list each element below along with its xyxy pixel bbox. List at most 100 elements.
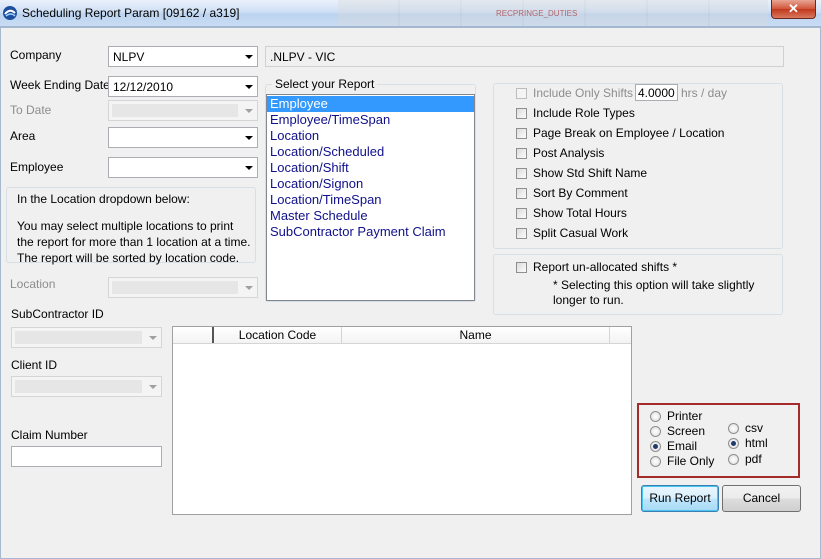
- report-select-title: Select your Report: [272, 77, 378, 91]
- client-id-combo[interactable]: [11, 376, 162, 397]
- report-unallocated-checkbox[interactable]: Report un-allocated shifts *: [516, 260, 677, 274]
- checkbox-icon: [516, 147, 527, 159]
- location-label: Location: [10, 277, 56, 291]
- radio-icon: [728, 453, 739, 465]
- report-item[interactable]: Location/Scheduled: [267, 144, 474, 160]
- checkbox-label: Split Casual Work: [533, 226, 629, 240]
- location-combo[interactable]: [108, 277, 258, 298]
- checkbox-icon: [516, 127, 527, 139]
- checkbox-icon: [516, 107, 527, 119]
- grid-header: Location Code Name: [173, 327, 631, 344]
- radio-screen[interactable]: Screen: [650, 424, 705, 438]
- sort-by-comment-checkbox[interactable]: Sort By Comment: [516, 186, 628, 200]
- company-label: Company: [10, 48, 62, 62]
- hrs-per-day-label: hrs / day: [681, 86, 728, 100]
- to-date-picker[interactable]: [108, 100, 258, 121]
- grid-header-name[interactable]: Name: [342, 327, 610, 343]
- radio-icon: [650, 410, 661, 422]
- report-item[interactable]: SubContractor Payment Claim: [267, 224, 474, 240]
- report-listbox[interactable]: Employee Employee/TimeSpan Location Loca…: [266, 94, 475, 301]
- report-item[interactable]: Location: [267, 128, 474, 144]
- checkbox-label: Show Std Shift Name: [533, 166, 648, 180]
- split-casual-work-checkbox[interactable]: Split Casual Work: [516, 226, 628, 240]
- radio-csv[interactable]: csv: [728, 421, 763, 435]
- report-item[interactable]: Employee/TimeSpan: [267, 112, 474, 128]
- checkbox-icon: [516, 167, 527, 179]
- radio-icon: [650, 425, 661, 437]
- to-date-label: To Date: [10, 103, 52, 117]
- chevron-down-icon[interactable]: [240, 47, 257, 66]
- subcontractor-label: SubContractor ID: [11, 307, 104, 321]
- chevron-down-icon: [240, 278, 257, 297]
- cancel-button[interactable]: Cancel: [722, 485, 801, 512]
- location-grid[interactable]: Location Code Name: [172, 326, 632, 515]
- report-item[interactable]: Location/Signon: [267, 176, 474, 192]
- app-logo-icon: [3, 6, 17, 20]
- location-note-title: In the Location dropdown below:: [17, 192, 190, 206]
- radio-email[interactable]: Email: [650, 439, 697, 453]
- radio-html[interactable]: html: [728, 436, 768, 450]
- checkbox-icon: [516, 261, 527, 273]
- report-item[interactable]: Employee: [267, 96, 474, 112]
- shifts-hours-input[interactable]: 4.0000: [635, 84, 678, 101]
- employee-combo[interactable]: [108, 157, 258, 178]
- report-item[interactable]: Location/Shift: [267, 160, 474, 176]
- run-report-button[interactable]: Run Report: [641, 485, 719, 512]
- include-only-shifts-checkbox[interactable]: Include Only Shifts <: [516, 86, 643, 100]
- area-combo[interactable]: [108, 127, 258, 148]
- checkbox-label: Post Analysis: [533, 146, 605, 160]
- report-item[interactable]: Master Schedule: [267, 208, 474, 224]
- company-description: .NLPV - VIC: [270, 50, 336, 64]
- post-analysis-checkbox[interactable]: Post Analysis: [516, 146, 604, 160]
- radio-icon: [728, 422, 739, 434]
- week-ending-date-picker[interactable]: 12/12/2010: [108, 76, 258, 97]
- include-role-types-checkbox[interactable]: Include Role Types: [516, 106, 635, 120]
- shifts-hours-value: 4.0000: [638, 86, 675, 100]
- radio-printer[interactable]: Printer: [650, 409, 702, 423]
- employee-label: Employee: [10, 160, 64, 174]
- week-ending-label: Week Ending Date: [10, 78, 110, 92]
- radio-label: pdf: [745, 452, 762, 466]
- claim-number-input[interactable]: [11, 446, 162, 467]
- close-button[interactable]: ✕: [771, 0, 816, 19]
- checkbox-label: Page Break on Employee / Location: [533, 126, 725, 140]
- grid-header-location-code[interactable]: Location Code: [214, 327, 342, 343]
- radio-file-only[interactable]: File Only: [650, 454, 714, 468]
- report-item[interactable]: Location/TimeSpan: [267, 192, 474, 208]
- checkbox-icon: [516, 187, 527, 199]
- checkbox-icon: [516, 207, 527, 219]
- company-combo[interactable]: NLPV: [108, 46, 258, 67]
- claim-number-label: Claim Number: [11, 428, 88, 442]
- show-total-hours-checkbox[interactable]: Show Total Hours: [516, 206, 627, 220]
- radio-selected-icon: [728, 437, 739, 449]
- chevron-down-icon: [144, 377, 161, 396]
- radio-icon: [650, 455, 661, 467]
- checkbox-icon: [516, 87, 527, 99]
- radio-label: Screen: [667, 424, 706, 438]
- radio-selected-icon: [650, 440, 661, 452]
- chevron-down-icon: [240, 101, 257, 120]
- checkbox-label: Report un-allocated shifts *: [533, 260, 678, 274]
- show-std-shift-name-checkbox[interactable]: Show Std Shift Name: [516, 166, 647, 180]
- chevron-down-icon: [144, 328, 161, 347]
- chevron-down-icon[interactable]: [240, 128, 257, 147]
- radio-label: Printer: [667, 409, 703, 423]
- chevron-down-icon[interactable]: [240, 158, 257, 177]
- include-only-shifts-label: Include Only Shifts <: [533, 86, 644, 100]
- client-id-label: Client ID: [11, 358, 58, 372]
- checkbox-label: Sort By Comment: [533, 186, 628, 200]
- week-ending-value: 12/12/2010: [113, 80, 174, 94]
- radio-label: File Only: [667, 454, 715, 468]
- radio-label: html: [745, 436, 768, 450]
- page-break-checkbox[interactable]: Page Break on Employee / Location: [516, 126, 724, 140]
- checkbox-icon: [516, 227, 527, 239]
- chevron-down-icon[interactable]: [240, 77, 257, 96]
- area-label: Area: [10, 129, 36, 143]
- window-title: Scheduling Report Param [09162 / a319]: [22, 6, 240, 20]
- checkbox-label: Show Total Hours: [533, 206, 627, 220]
- subcontractor-combo[interactable]: [11, 327, 162, 348]
- background-tab-text: RECPRINGE_DUTIES: [496, 9, 578, 18]
- radio-pdf[interactable]: pdf: [728, 452, 762, 466]
- location-note-body: You may select multiple locations to pri…: [17, 219, 251, 265]
- radio-label: csv: [745, 421, 763, 435]
